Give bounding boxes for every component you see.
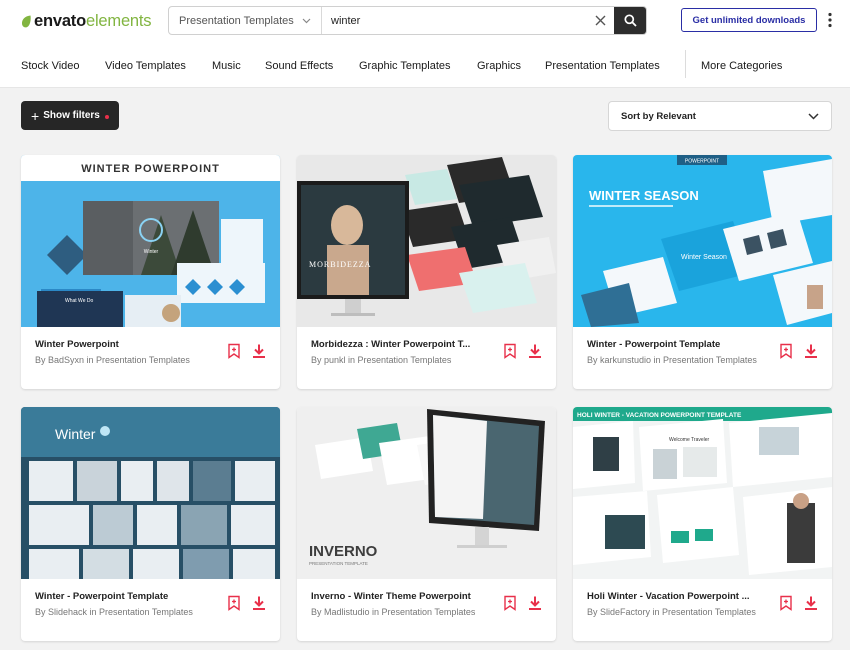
- card-title[interactable]: Winter Powerpoint: [35, 339, 223, 350]
- nav-video-templates[interactable]: Video Templates: [105, 44, 186, 88]
- get-unlimited-downloads-button[interactable]: Get unlimited downloads: [681, 8, 817, 32]
- nav-graphics[interactable]: Graphics: [477, 44, 521, 88]
- thumb-tag: POWERPOINT: [685, 159, 719, 165]
- thumb-section-text: What We Do: [65, 298, 93, 304]
- thumb-heading: HOLI WINTER - VACATION POWERPOINT TEMPLA…: [577, 412, 742, 419]
- more-menu-icon[interactable]: [826, 12, 834, 28]
- card-author: By punkl in Presentation Templates: [311, 355, 452, 365]
- result-card[interactable]: INVERNO PRESENTATION TEMPLATE Inverno - …: [297, 407, 556, 641]
- logo-text-elements: elements: [85, 11, 152, 30]
- leaf-icon: [21, 15, 31, 27]
- thumb-brand-text: MORBIDEZZA: [309, 260, 371, 269]
- sort-select-value: Sort by Relevant: [621, 110, 696, 122]
- download-icon[interactable]: [527, 595, 543, 611]
- card-title[interactable]: Winter - Powerpoint Template: [587, 339, 775, 350]
- thumb-heading: INVERNO: [309, 543, 378, 560]
- thumb-sub-text: PRESENTATION TEMPLATE: [309, 561, 368, 566]
- card-thumbnail[interactable]: POWERPOINT WINTER SEASON Winter Season: [573, 155, 832, 327]
- clear-search-button[interactable]: [586, 7, 614, 34]
- envato-elements-logo[interactable]: envato elements: [21, 10, 152, 32]
- card-title[interactable]: Holi Winter - Vacation Powerpoint ...: [587, 591, 775, 602]
- result-card[interactable]: MORBIDEZZA Morbidezza : Winter Powerpoin…: [297, 155, 556, 389]
- nav-divider: [685, 50, 686, 78]
- thumb-slide-text: Welcome Traveler: [669, 437, 710, 443]
- card-thumbnail[interactable]: INVERNO PRESENTATION TEMPLATE: [297, 407, 556, 579]
- nav-stock-video[interactable]: Stock Video: [21, 44, 80, 88]
- search-input[interactable]: [322, 7, 586, 34]
- card-thumbnail[interactable]: HOLI WINTER - VACATION POWERPOINT TEMPLA…: [573, 407, 832, 579]
- card-title[interactable]: Morbidezza : Winter Powerpoint T...: [311, 339, 499, 350]
- chevron-down-icon: [808, 113, 819, 120]
- card-thumbnail[interactable]: WINTER POWERPOINT Winter What We Do: [21, 155, 280, 327]
- download-icon[interactable]: [803, 343, 819, 359]
- thumbnail-graphic: MORBIDEZZA: [297, 155, 556, 327]
- bookmark-icon[interactable]: [778, 595, 794, 611]
- thumbnail-graphic: POWERPOINT WINTER SEASON Winter Season: [573, 155, 832, 327]
- thumbnail-graphic: HOLI WINTER - VACATION POWERPOINT TEMPLA…: [573, 407, 832, 579]
- result-card[interactable]: POWERPOINT WINTER SEASON Winter Season W…: [573, 155, 832, 389]
- card-author: By Madlistudio in Presentation Templates: [311, 607, 476, 617]
- category-nav: Stock Video Video Templates Music Sound …: [0, 44, 850, 88]
- card-author: By BadSyxn in Presentation Templates: [35, 355, 190, 365]
- bookmark-icon[interactable]: [226, 343, 242, 359]
- bookmark-icon[interactable]: [226, 595, 242, 611]
- nav-sound-effects[interactable]: Sound Effects: [265, 44, 333, 88]
- result-card[interactable]: WINTER POWERPOINT Winter What We Do Wint…: [21, 155, 280, 389]
- sort-select[interactable]: Sort by Relevant: [608, 101, 832, 131]
- card-title[interactable]: Winter - Powerpoint Template: [35, 591, 223, 602]
- category-select-value: Presentation Templates: [179, 14, 294, 27]
- thumbnail-graphic: Winter: [21, 407, 280, 579]
- plus-icon: +: [31, 107, 40, 124]
- thumb-sub-text: Winter Season: [681, 254, 727, 261]
- bookmark-icon[interactable]: [502, 595, 518, 611]
- result-card[interactable]: Winter Winter - Powerpoint Template By S…: [21, 407, 280, 641]
- search-icon: [623, 14, 637, 27]
- download-icon[interactable]: [251, 595, 267, 611]
- thumb-slide-text: Winter: [144, 249, 159, 255]
- thumb-heading: WINTER POWERPOINT: [81, 163, 220, 175]
- card-thumbnail[interactable]: Winter: [21, 407, 280, 579]
- download-icon[interactable]: [803, 595, 819, 611]
- bookmark-icon[interactable]: [778, 343, 794, 359]
- card-thumbnail[interactable]: MORBIDEZZA: [297, 155, 556, 327]
- thumb-heading: Winter: [55, 426, 96, 442]
- thumb-heading: WINTER SEASON: [589, 188, 699, 203]
- category-select[interactable]: Presentation Templates: [169, 7, 322, 34]
- nav-presentation-templates[interactable]: Presentation Templates: [545, 44, 660, 88]
- thumbnail-graphic: WINTER POWERPOINT Winter What We Do: [21, 155, 280, 327]
- card-author: By Slidehack in Presentation Templates: [35, 607, 193, 617]
- top-bar: envatoelements Presentation Templates Ge…: [0, 0, 850, 44]
- logo-text-envato: envato: [34, 11, 86, 30]
- download-icon[interactable]: [251, 343, 267, 359]
- nav-graphic-templates[interactable]: Graphic Templates: [359, 44, 451, 88]
- filter-indicator-dot: [104, 115, 109, 119]
- download-icon[interactable]: [527, 343, 543, 359]
- search-button[interactable]: [614, 7, 646, 34]
- card-author: By karkunstudio in Presentation Template…: [587, 355, 757, 365]
- nav-more-categories[interactable]: More Categories: [701, 44, 782, 88]
- show-filters-button[interactable]: + Show filters: [21, 101, 119, 130]
- nav-music[interactable]: Music: [212, 44, 241, 88]
- show-filters-label: Show filters: [43, 110, 100, 121]
- bookmark-icon[interactable]: [502, 343, 518, 359]
- thumbnail-graphic: INVERNO PRESENTATION TEMPLATE: [297, 407, 556, 579]
- chevron-down-icon: [302, 18, 311, 24]
- close-icon: [595, 15, 605, 26]
- card-author: By SlideFactory in Presentation Template…: [587, 607, 756, 617]
- card-title[interactable]: Inverno - Winter Theme Powerpoint: [311, 591, 499, 602]
- result-card[interactable]: HOLI WINTER - VACATION POWERPOINT TEMPLA…: [573, 407, 832, 641]
- search-bar: Presentation Templates: [168, 6, 647, 35]
